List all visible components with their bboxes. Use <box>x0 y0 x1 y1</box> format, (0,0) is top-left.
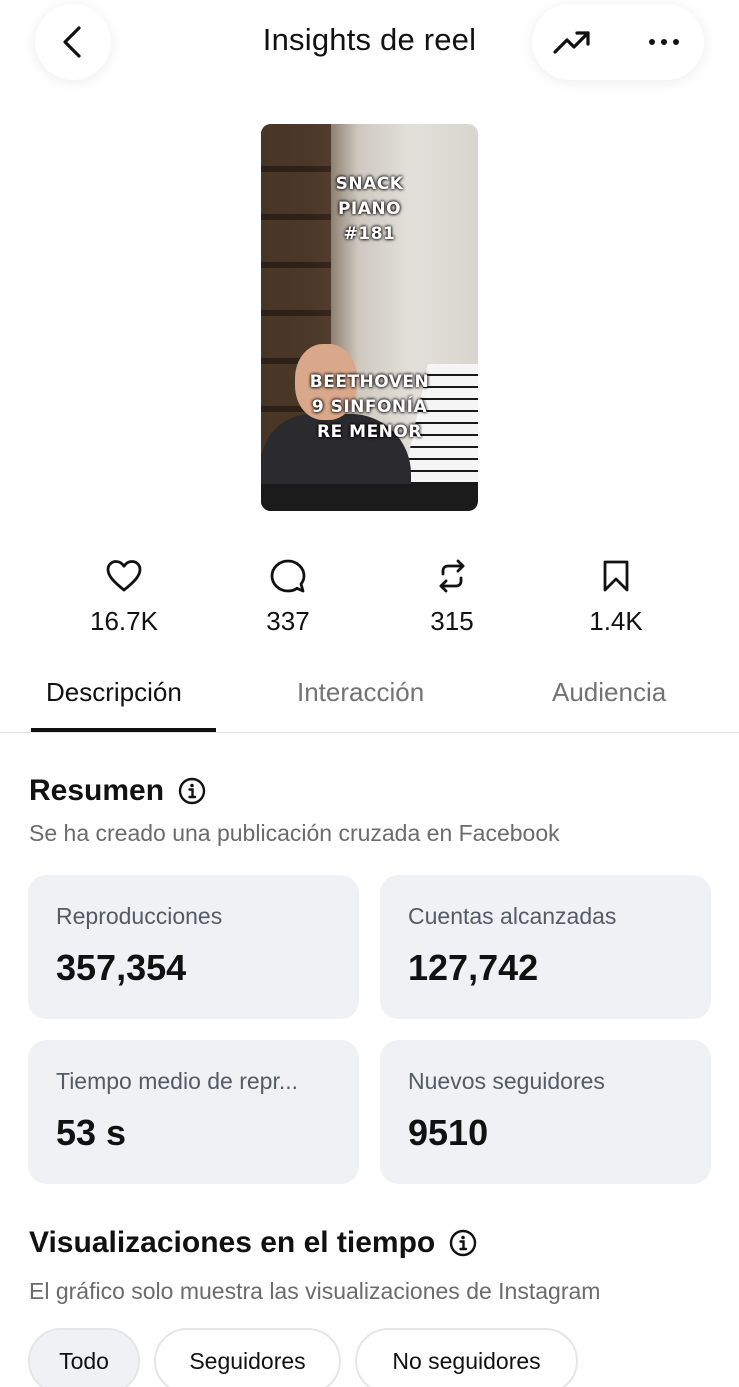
comments-count: 337 <box>266 606 310 636</box>
tab-interaccion[interactable]: Interacción <box>297 677 424 708</box>
bookmark-icon <box>603 560 629 592</box>
heart-icon <box>106 560 142 592</box>
thumbnail-floor <box>261 484 478 511</box>
metric-label: Nuevos seguidores <box>408 1068 605 1094</box>
reposts-count: 315 <box>430 606 474 636</box>
thumbnail-caption-bottom: BEETHOVEN 9 SINFONÍA RE MENOR <box>309 372 430 442</box>
filter-chip-todo[interactable]: Todo <box>28 1328 140 1387</box>
views-over-time-title: Visualizaciones en el tiempo <box>29 1226 477 1260</box>
likes-count: 16.7K <box>90 606 158 636</box>
metric-card-cuentas-alcanzadas[interactable]: Cuentas alcanzadas 127,742 <box>380 875 711 1019</box>
tab-audiencia[interactable]: Audiencia <box>552 677 666 708</box>
metric-value: 9510 <box>408 1112 489 1153</box>
saves-count: 1.4K <box>589 606 643 636</box>
summary-subtitle: Se ha creado una publicación cruzada en … <box>29 820 560 846</box>
active-tab-indicator <box>31 728 216 732</box>
more-horizontal-icon <box>649 39 679 45</box>
views-over-time-subtitle: El gráfico solo muestra las visualizacio… <box>29 1278 601 1304</box>
metric-value: 357,354 <box>56 947 187 988</box>
thumbnail-caption-top: SNACK PIANO #181 <box>335 174 404 244</box>
metric-card-tiempo-medio[interactable]: Tiempo medio de repr... 53 s <box>28 1040 359 1184</box>
filter-chip-seguidores[interactable]: Seguidores <box>154 1328 341 1387</box>
metric-card-reproducciones[interactable]: Reproducciones 357,354 <box>28 875 359 1019</box>
info-icon[interactable] <box>449 1229 477 1257</box>
metric-label: Reproducciones <box>56 903 223 929</box>
views-over-time-title-text: Visualizaciones en el tiempo <box>29 1226 436 1259</box>
engagement-stats: 16.7K 337 315 1.4K <box>0 556 739 646</box>
more-options-button[interactable] <box>642 24 686 60</box>
filter-chip-no-seguidores[interactable]: No seguidores <box>355 1328 578 1387</box>
trending-button[interactable] <box>552 24 592 60</box>
insights-tabs: Descripción Interacción Audiencia <box>0 665 739 733</box>
likes-stat: 16.7K <box>64 556 184 637</box>
comment-icon <box>270 559 306 593</box>
header-actions <box>532 4 704 80</box>
comments-stat: 337 <box>228 556 348 637</box>
metric-value: 53 s <box>56 1112 127 1153</box>
repost-icon <box>439 559 465 593</box>
summary-title-text: Resumen <box>29 774 165 807</box>
metric-label: Cuentas alcanzadas <box>408 903 617 929</box>
metric-value: 127,742 <box>408 947 539 988</box>
metric-card-nuevos-seguidores[interactable]: Nuevos seguidores 9510 <box>380 1040 711 1184</box>
tab-descripcion[interactable]: Descripción <box>46 677 182 708</box>
info-icon[interactable] <box>178 777 206 805</box>
reposts-stat: 315 <box>392 556 512 637</box>
reel-thumbnail[interactable]: SNACK PIANO #181 BEETHOVEN 9 SINFONÍA RE… <box>261 124 478 511</box>
metric-label: Tiempo medio de repr... <box>56 1068 299 1094</box>
saves-stat: 1.4K <box>556 556 676 637</box>
trending-up-icon <box>553 31 590 54</box>
summary-title: Resumen <box>29 774 206 808</box>
header: Insights de reel <box>0 0 739 84</box>
